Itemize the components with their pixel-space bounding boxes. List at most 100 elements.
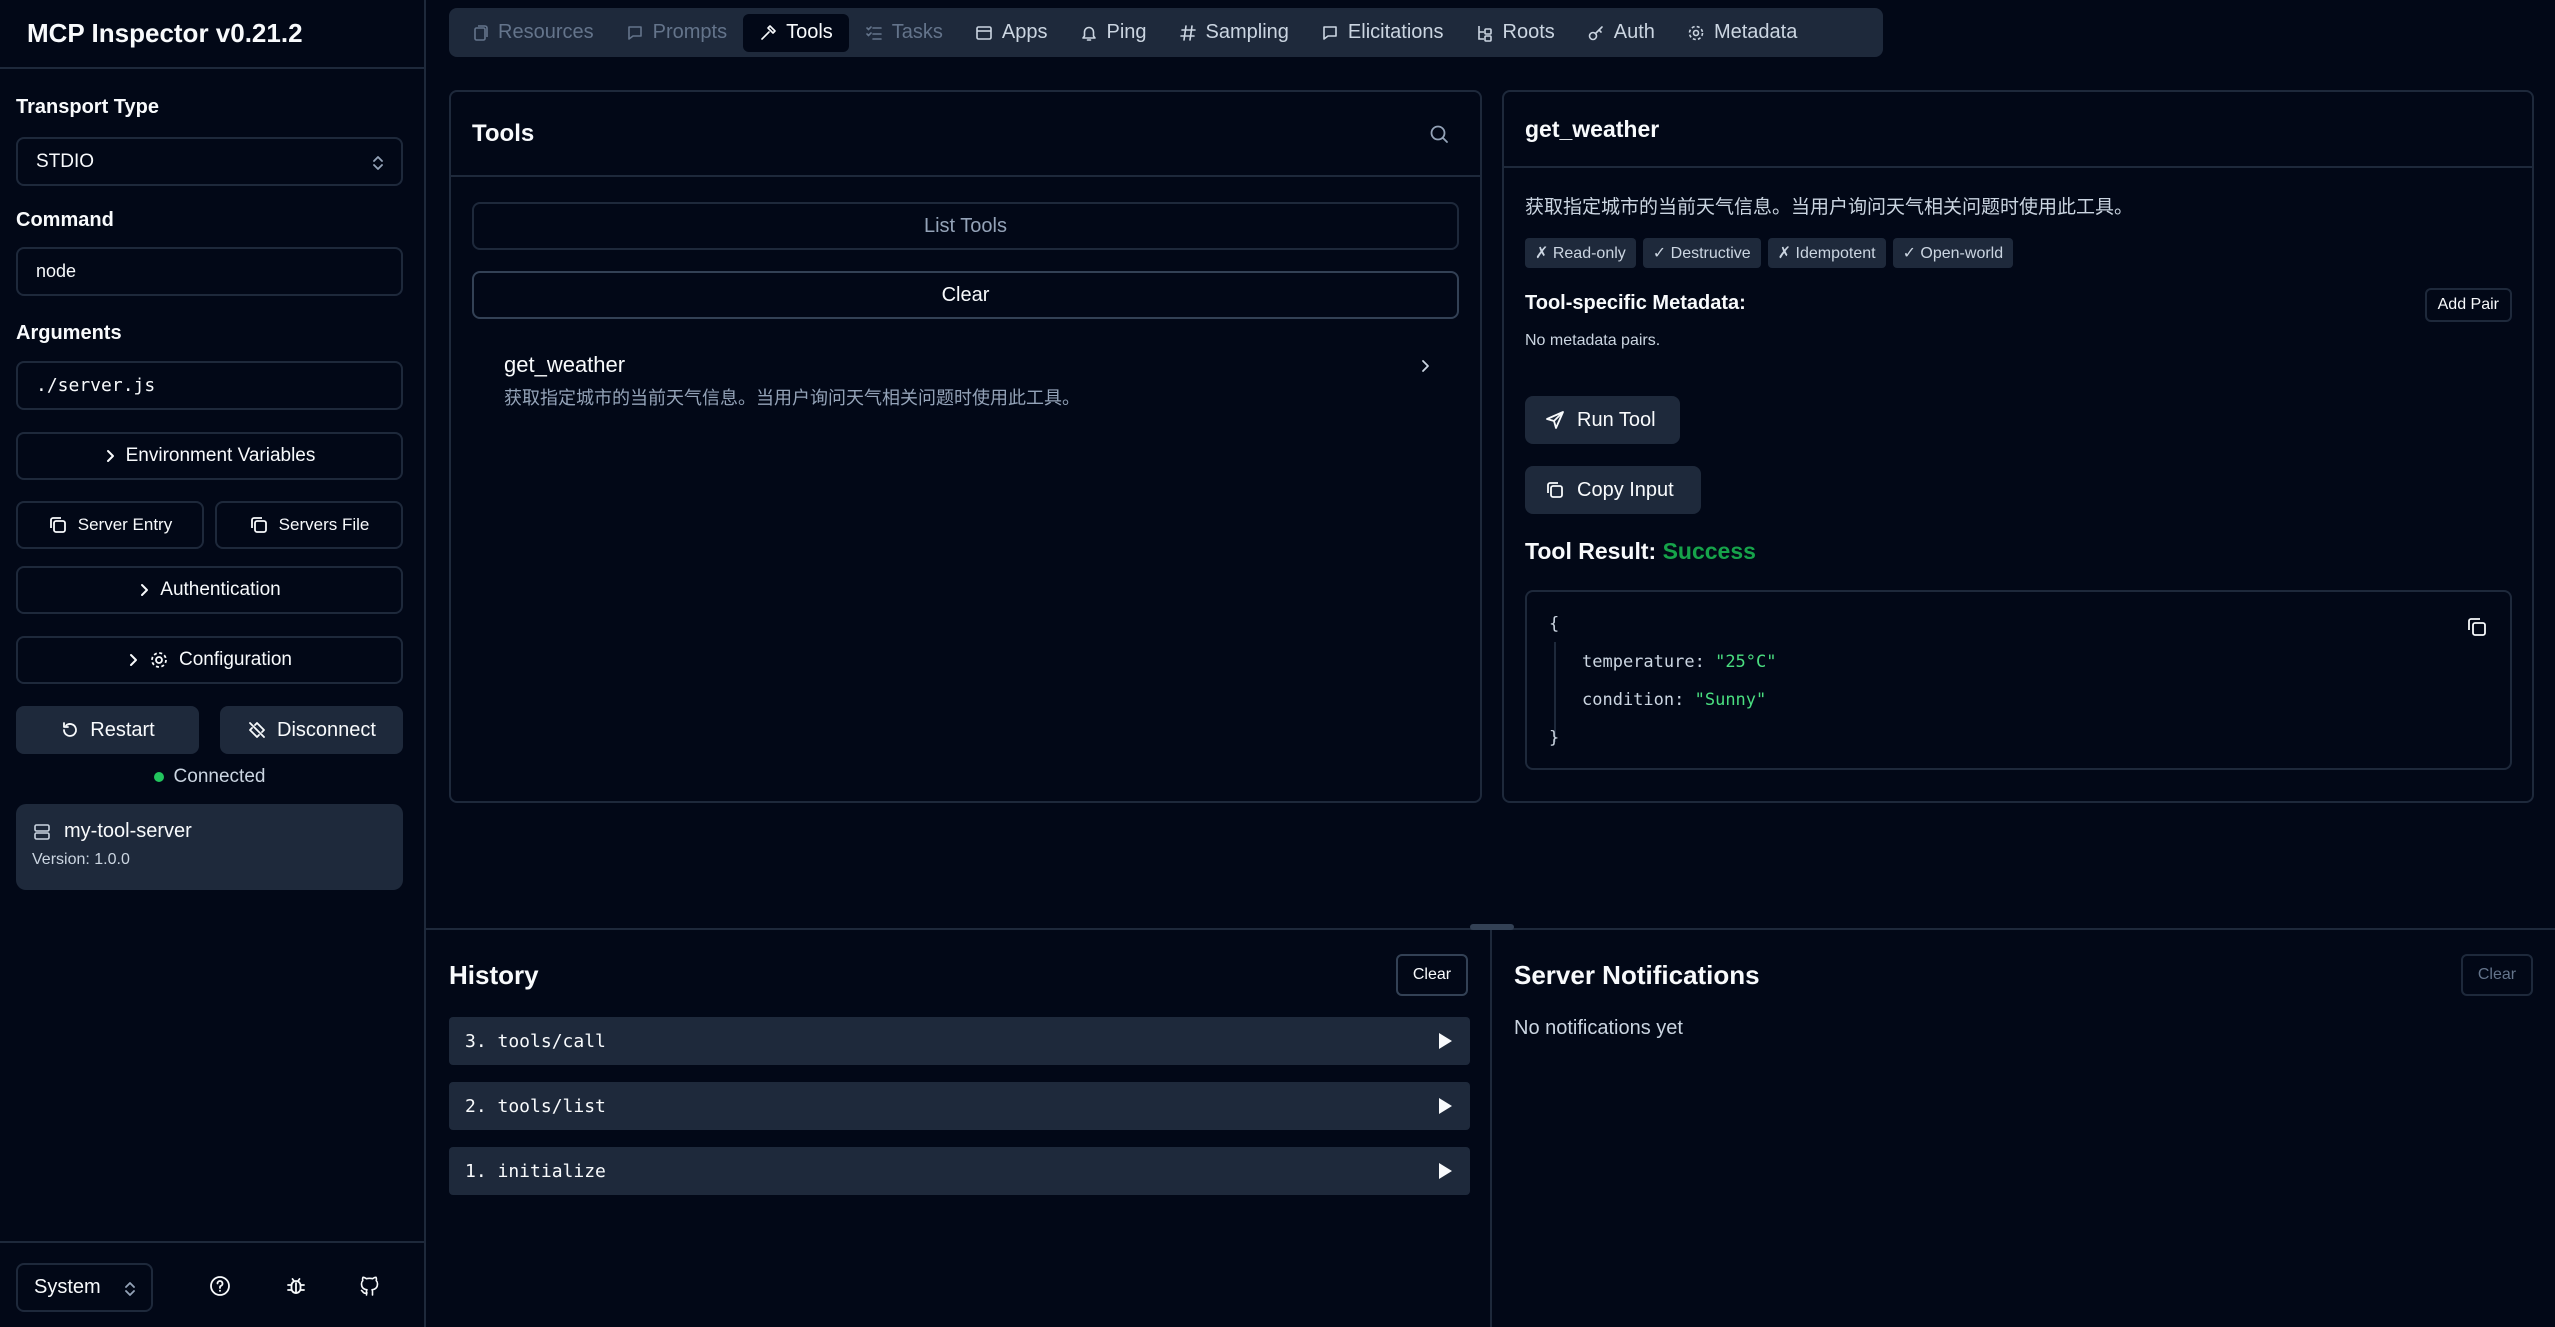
tab-resources[interactable]: Resources [455, 14, 610, 52]
hash-icon [1179, 24, 1197, 42]
sidebar-footer: System [0, 1241, 426, 1327]
history-title: History [449, 960, 539, 990]
disconnect-label: Disconnect [277, 718, 376, 741]
gear-icon [149, 650, 169, 670]
copy-icon [1545, 480, 1565, 500]
tab-tools[interactable]: Tools [743, 13, 849, 52]
chevron-right-icon [138, 582, 150, 598]
clear-notifications-button[interactable]: Clear [2461, 954, 2533, 996]
app-title: MCP Inspector v0.21.2 [27, 18, 303, 48]
tool-detail-description: 获取指定城市的当前天气信息。当用户询问天气相关问题时使用此工具。 [1525, 197, 2134, 218]
annotation-badge: ✗ Read-only [1525, 238, 1636, 268]
environment-variables-button[interactable]: Environment Variables [16, 432, 403, 480]
arguments-input[interactable]: ./server.js [16, 361, 403, 410]
servers-file-button[interactable]: Servers File [215, 501, 403, 549]
server-entry-label: Server Entry [77, 515, 173, 534]
bug-icon[interactable] [285, 1275, 307, 1297]
annotation-badge: ✗ Idempotent [1767, 238, 1886, 268]
restart-label: Restart [90, 718, 155, 741]
resources-icon [471, 24, 489, 42]
arguments-label: Arguments [16, 322, 122, 344]
tool-name: get_weather [504, 352, 626, 377]
copy-input-button[interactable]: Copy Input [1525, 466, 1701, 514]
tab-tasks[interactable]: Tasks [849, 14, 959, 52]
server-notifications-panel: Server Notifications Clear No notificati… [1492, 930, 2555, 1327]
play-icon[interactable] [1436, 1031, 1454, 1051]
send-icon [1545, 410, 1565, 430]
chevron-right-icon [1419, 358, 1431, 374]
connection-status: Connected [16, 766, 403, 788]
tab-sampling[interactable]: Sampling [1163, 14, 1305, 52]
copy-icon [249, 515, 269, 535]
bottom-panels: History Clear 3. tools/call 2. tools/lis… [426, 924, 2555, 1327]
copy-icon [48, 515, 68, 535]
command-input[interactable]: node [16, 247, 403, 296]
tool-result-json: { temperature: "25°C" condition: "Sunny"… [1525, 590, 2512, 770]
annotation-badge: ✓ Open-world [1892, 238, 2014, 268]
message-icon [1321, 24, 1339, 42]
search-icon[interactable] [1428, 123, 1450, 145]
roots-icon [1476, 24, 1494, 42]
server-entry-button[interactable]: Server Entry [16, 501, 204, 549]
gear-icon [1687, 24, 1705, 42]
tasks-icon [865, 24, 883, 42]
run-tool-button[interactable]: Run Tool [1525, 396, 1680, 444]
unplug-icon [247, 720, 267, 740]
theme-select[interactable]: System [16, 1263, 153, 1312]
apps-icon [975, 24, 993, 42]
tool-list-item[interactable]: get_weather 获取指定城市的当前天气信息。当用户询问天气相关问题时使用… [472, 340, 1459, 412]
tools-panel-header: Tools [451, 92, 1480, 177]
tab-auth[interactable]: Auth [1571, 14, 1671, 52]
history-item[interactable]: 2. tools/list [449, 1082, 1470, 1130]
play-icon[interactable] [1436, 1161, 1454, 1181]
transport-type-label: Transport Type [16, 96, 159, 118]
authentication-label: Authentication [160, 579, 281, 600]
command-label: Command [16, 209, 114, 231]
list-tools-button[interactable]: List Tools [472, 202, 1459, 250]
clear-tools-button[interactable]: Clear [472, 271, 1459, 319]
json-line: temperature: "25°C" [1582, 652, 1777, 672]
server-name: my-tool-server [64, 820, 192, 842]
server-version: Version: 1.0.0 [32, 851, 130, 868]
history-item[interactable]: 1. initialize [449, 1147, 1470, 1195]
restart-button[interactable]: Restart [16, 706, 199, 754]
json-indent-guide [1554, 642, 1556, 742]
tab-roots[interactable]: Roots [1460, 14, 1571, 52]
restart-icon [60, 720, 80, 740]
chevron-up-down-icon [371, 153, 385, 173]
disconnect-button[interactable]: Disconnect [220, 706, 403, 754]
copy-icon[interactable] [2466, 616, 2488, 638]
github-icon[interactable] [359, 1275, 381, 1297]
tool-description: 获取指定城市的当前天气信息。当用户询问天气相关问题时使用此工具。 [504, 388, 1080, 408]
tab-elicitations[interactable]: Elicitations [1305, 14, 1460, 52]
transport-type-select[interactable]: STDIO [16, 137, 403, 186]
annotation-badge: ✓ Destructive [1642, 238, 1761, 268]
tab-prompts[interactable]: Prompts [610, 14, 743, 52]
play-icon[interactable] [1436, 1096, 1454, 1116]
result-status: Success [1662, 538, 1756, 564]
help-icon[interactable] [209, 1275, 231, 1297]
transport-type-value: STDIO [36, 150, 95, 172]
sidebar: MCP Inspector v0.21.2 Transport Type STD… [0, 0, 426, 1327]
history-panel: History Clear 3. tools/call 2. tools/lis… [426, 930, 1492, 1327]
history-item[interactable]: 3. tools/call [449, 1017, 1470, 1065]
tools-panel-title: Tools [472, 119, 535, 147]
run-tool-label: Run Tool [1577, 408, 1656, 431]
add-pair-button[interactable]: Add Pair [2424, 288, 2512, 322]
clear-history-button[interactable]: Clear [1396, 954, 1468, 996]
copy-input-label: Copy Input [1577, 478, 1674, 501]
tab-ping[interactable]: Ping [1064, 14, 1163, 52]
main-tabs: Resources Prompts Tools Tasks Apps Ping … [449, 8, 1883, 57]
server-info-card: my-tool-server Version: 1.0.0 [16, 804, 403, 890]
json-open-brace: { [1549, 614, 1560, 634]
metadata-title: Tool-specific Metadata: [1525, 292, 1746, 314]
tool-result-title: Tool Result: Success [1525, 538, 1756, 564]
chevron-right-icon [104, 448, 116, 464]
authentication-button[interactable]: Authentication [16, 566, 403, 614]
tab-metadata[interactable]: Metadata [1671, 14, 1813, 52]
tab-apps[interactable]: Apps [959, 14, 1064, 52]
hammer-icon [759, 24, 777, 42]
configuration-button[interactable]: Configuration [16, 636, 403, 684]
environment-variables-label: Environment Variables [125, 445, 316, 466]
json-close-brace: } [1549, 728, 1560, 748]
